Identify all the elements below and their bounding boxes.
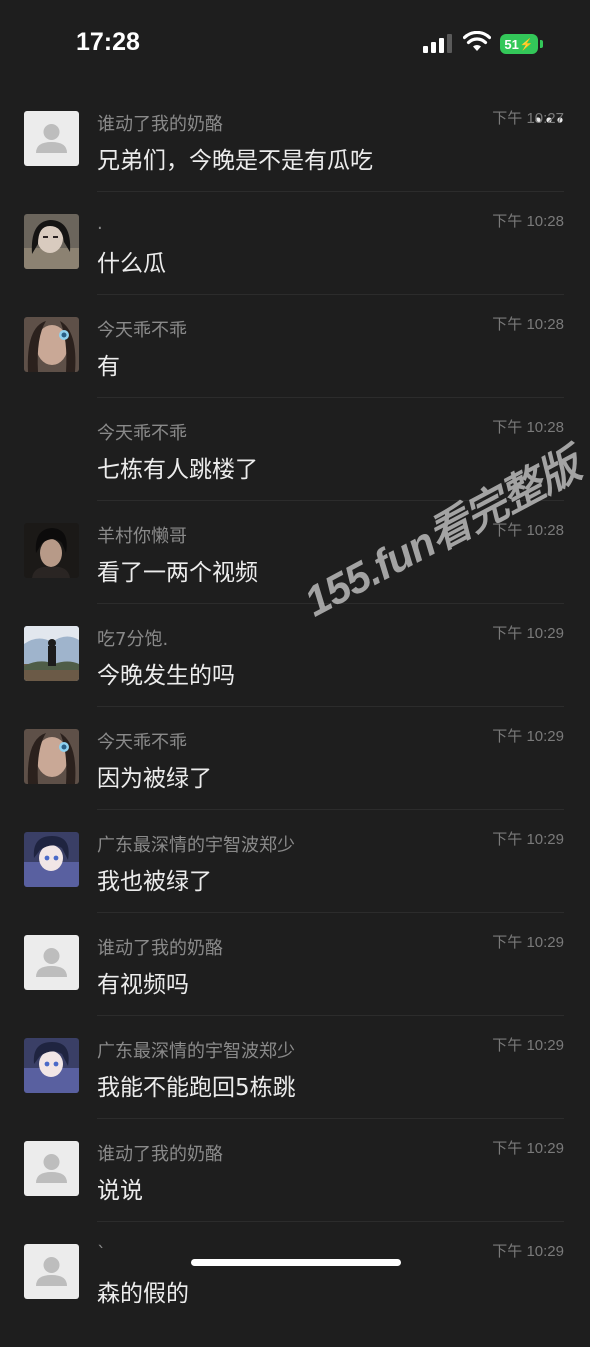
user-avatar[interactable] bbox=[24, 214, 79, 269]
signal-icon bbox=[423, 34, 452, 53]
message-text: 我能不能跑回5栋跳 bbox=[97, 1075, 296, 1101]
message-time: 下午 10:28 bbox=[492, 419, 564, 436]
status-bar: 17:28 51 ⚡ bbox=[0, 0, 590, 90]
message-time: 下午 10:28 bbox=[492, 213, 564, 230]
message-text: 有视频吗 bbox=[97, 972, 189, 998]
user-avatar[interactable] bbox=[24, 729, 79, 784]
sender-name: 今天乖不乖 bbox=[97, 320, 187, 341]
default-avatar[interactable] bbox=[24, 111, 79, 166]
divider bbox=[97, 809, 564, 810]
default-avatar[interactable] bbox=[24, 1141, 79, 1196]
sender-name: . bbox=[97, 213, 103, 234]
message-text: 森的假的 bbox=[97, 1281, 189, 1307]
message-time: 下午 10:29 bbox=[492, 1243, 564, 1260]
message-time: 下午 10:28 bbox=[492, 316, 564, 333]
default-avatar[interactable] bbox=[24, 935, 79, 990]
message-item[interactable]: 谁动了我的奶酪 下午 10:29 说说 bbox=[0, 1140, 590, 1244]
message-text: 看了一两个视频 bbox=[97, 560, 258, 586]
divider bbox=[97, 1118, 564, 1119]
wifi-icon bbox=[463, 31, 491, 51]
message-text: 因为被绿了 bbox=[97, 766, 212, 792]
default-avatar[interactable] bbox=[24, 1244, 79, 1299]
message-time: 下午 10:29 bbox=[492, 934, 564, 951]
user-avatar[interactable] bbox=[24, 626, 79, 681]
divider bbox=[97, 397, 564, 398]
message-text: 有 bbox=[97, 354, 120, 380]
sender-name: 今天乖不乖 bbox=[97, 423, 187, 444]
message-item[interactable]: 今天乖不乖 下午 10:28 有 bbox=[0, 316, 590, 420]
message-item[interactable]: 谁动了我的奶酪 下午 10:27 兄弟们，今晚是不是有瓜吃 bbox=[0, 110, 590, 214]
message-text: 今晚发生的吗 bbox=[97, 663, 235, 689]
message-text: 说说 bbox=[97, 1178, 143, 1204]
battery-indicator: 51 ⚡ bbox=[500, 34, 538, 54]
message-item[interactable]: 广东最深情的宇智波郑少 下午 10:29 我能不能跑回5栋跳 bbox=[0, 1037, 590, 1141]
divider bbox=[97, 191, 564, 192]
sender-name: 谁动了我的奶酪 bbox=[97, 938, 223, 959]
message-time: 下午 10:29 bbox=[492, 728, 564, 745]
message-item[interactable]: . 下午 10:28 什么瓜 bbox=[0, 213, 590, 317]
user-avatar[interactable] bbox=[24, 317, 79, 372]
user-avatar[interactable] bbox=[24, 1038, 79, 1093]
status-time: 17:28 bbox=[76, 28, 140, 56]
divider bbox=[97, 706, 564, 707]
sender-name: ` bbox=[97, 1243, 106, 1264]
message-text: 什么瓜 bbox=[97, 251, 166, 277]
message-time: 下午 10:29 bbox=[492, 625, 564, 642]
message-text: 兄弟们，今晚是不是有瓜吃 bbox=[97, 148, 373, 174]
message-text: 我也被绿了 bbox=[97, 869, 212, 895]
sender-name: 广东最深情的宇智波郑少 bbox=[97, 835, 295, 856]
user-avatar[interactable] bbox=[24, 523, 79, 578]
message-time: 下午 10:29 bbox=[492, 1037, 564, 1054]
sender-name: 谁动了我的奶酪 bbox=[97, 114, 223, 135]
divider bbox=[97, 294, 564, 295]
message-text: 七栋有人跳楼了 bbox=[97, 457, 258, 483]
message-item[interactable]: 谁动了我的奶酪 下午 10:29 有视频吗 bbox=[0, 934, 590, 1038]
divider bbox=[97, 1221, 564, 1222]
charging-icon: ⚡ bbox=[519, 38, 534, 51]
message-item[interactable]: 吃7分饱. 下午 10:29 今晚发生的吗 bbox=[0, 625, 590, 729]
message-time: 下午 10:27 bbox=[492, 110, 564, 127]
sender-name: 谁动了我的奶酪 bbox=[97, 1144, 223, 1165]
sender-name: 吃7分饱. bbox=[97, 629, 169, 650]
message-item[interactable]: 广东最深情的宇智波郑少 下午 10:29 我也被绿了 bbox=[0, 831, 590, 935]
divider bbox=[97, 1015, 564, 1016]
message-time: 下午 10:29 bbox=[492, 1140, 564, 1157]
message-item[interactable]: 今天乖不乖 下午 10:29 因为被绿了 bbox=[0, 728, 590, 832]
battery-level: 51 bbox=[504, 36, 519, 52]
divider bbox=[97, 912, 564, 913]
sender-name: 广东最深情的宇智波郑少 bbox=[97, 1041, 295, 1062]
sender-name: 羊村你懒哥 bbox=[97, 526, 187, 547]
home-indicator[interactable] bbox=[191, 1259, 401, 1266]
user-avatar[interactable] bbox=[24, 832, 79, 887]
sender-name: 今天乖不乖 bbox=[97, 732, 187, 753]
battery-tip bbox=[540, 40, 543, 48]
message-time: 下午 10:29 bbox=[492, 831, 564, 848]
